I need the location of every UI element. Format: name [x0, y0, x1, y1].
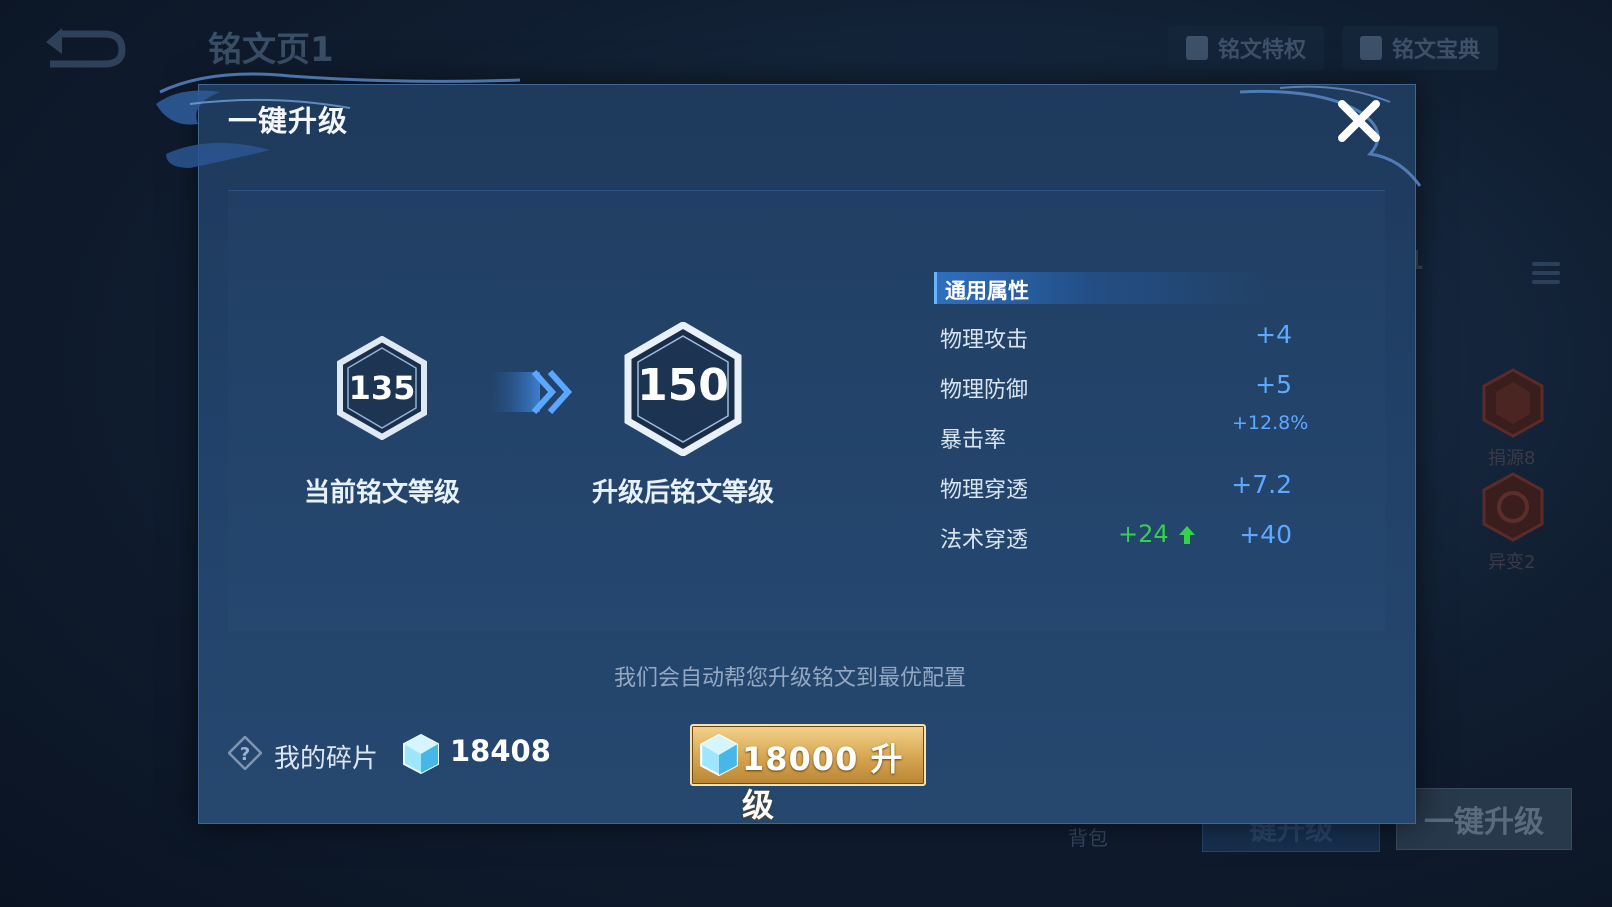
rune-guide-button[interactable]: 铭文宝典: [1342, 26, 1499, 70]
auto-upgrade-hint: 我们会自动帮您升级铭文到最优配置: [614, 666, 967, 691]
current-level-value: 135: [348, 369, 416, 407]
crown-icon: [1186, 36, 1208, 60]
attribute-value: +5: [1255, 370, 1292, 399]
menu-icon[interactable]: [1532, 262, 1560, 289]
backpack-label: 背包: [1068, 826, 1108, 850]
attribute-section-header: 通用属性: [934, 272, 1267, 304]
attribute-value: +4: [1255, 320, 1292, 349]
up-arrow-icon: [1179, 526, 1196, 544]
one-click-upgrade-button[interactable]: 一键升级: [1396, 788, 1572, 850]
attribute-value: +7.2: [1231, 470, 1292, 499]
shard-crystal-icon: [700, 734, 738, 776]
attribute-delta-value: +24: [1118, 520, 1169, 548]
attribute-row: 物理防御 +5: [940, 368, 1292, 408]
attribute-row: 物理攻击 +4: [940, 318, 1292, 358]
attribute-row: 物理穿透 +7.2: [940, 468, 1292, 508]
rune-label: 捐源8: [1488, 448, 1536, 469]
attribute-row: 法术穿透 +24 +40: [940, 518, 1292, 558]
attribute-delta: +24: [1118, 520, 1196, 548]
attribute-value: +12.8%: [1232, 412, 1309, 434]
current-level-badge: 135: [336, 335, 428, 441]
target-level-label: 升级后铭文等级: [591, 478, 774, 508]
close-icon[interactable]: [1334, 96, 1384, 146]
attribute-name: 暴击率: [940, 428, 1007, 453]
svg-text:?: ?: [240, 744, 250, 765]
attribute-name: 物理防御: [940, 378, 1029, 403]
rune-icon[interactable]: [1482, 368, 1544, 438]
current-level-label: 当前铭文等级: [303, 478, 460, 508]
attribute-value: +40: [1239, 520, 1292, 549]
double-chevron-right-icon: [490, 369, 573, 415]
question-diamond-icon[interactable]: ?: [228, 736, 262, 770]
attribute-section-title: 通用属性: [945, 279, 1029, 303]
rune-label: 异变2: [1488, 552, 1536, 573]
target-level-value: 150: [637, 360, 729, 411]
upgrade-confirm-label: 18000 升级: [742, 740, 904, 824]
shard-crystal-icon: [403, 734, 439, 774]
attribute-name: 法术穿透: [940, 528, 1029, 553]
dialog-title: 一键升级: [228, 104, 349, 138]
target-level-badge: 150: [624, 320, 742, 458]
upgrade-confirm-button[interactable]: 18000 升级: [690, 724, 926, 824]
attribute-name: 物理穿透: [940, 478, 1029, 503]
back-arrow-icon[interactable]: [42, 28, 126, 68]
rune-privilege-label: 铭文特权: [1218, 38, 1307, 63]
rune-icon[interactable]: [1482, 472, 1544, 542]
book-icon: [1360, 36, 1382, 60]
shard-label: 我的碎片: [274, 744, 379, 774]
rune-guide-label: 铭文宝典: [1392, 38, 1481, 63]
shard-count: 18408: [450, 734, 551, 768]
attribute-row: 暴击率 +12.8%: [940, 413, 1308, 458]
rune-privilege-button[interactable]: 铭文特权: [1168, 26, 1325, 70]
attribute-name: 物理攻击: [940, 328, 1029, 353]
